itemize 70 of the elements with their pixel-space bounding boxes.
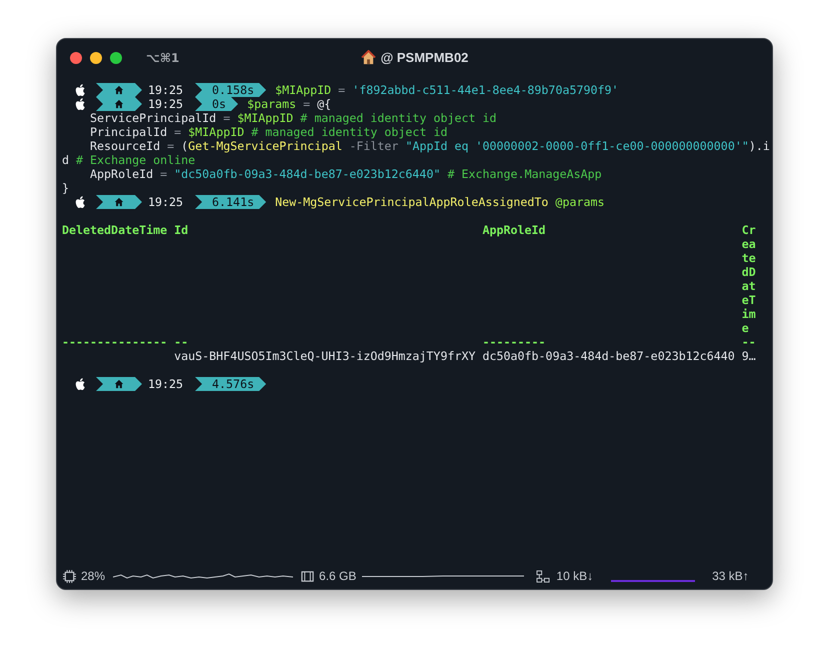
code-text: @{: [317, 97, 332, 111]
code-text: PrincipalId: [90, 125, 168, 139]
code-text: $MIAppID: [188, 125, 244, 139]
chip-icon: [63, 570, 76, 582]
table-cell-text: dc50a0fb-09a3-484d-be87-e023b12c6440: [482, 349, 736, 363]
duration-segment: 6.141s: [195, 195, 266, 209]
network-icon: [536, 570, 552, 582]
code-text: "AppId eq '00000002-0000-0ff1-ce00-000000000000'": [405, 139, 749, 153]
code-text: # managed identity object id: [250, 125, 448, 139]
code-text: =: [222, 111, 232, 125]
code-text: New-MgServicePrincipalAppRoleAssignedTo: [275, 195, 548, 209]
code-text: =: [337, 83, 346, 97]
code-text: "dc50a0fb-09a3-484d-be87-e023b12c6440": [174, 167, 440, 181]
table-cell: 9…: [742, 349, 756, 363]
code-text: # managed identity object id: [299, 111, 497, 125]
window-title: @ PSMPMB02: [380, 50, 468, 65]
code-text: =: [159, 167, 168, 181]
code-text: $MIAppID: [237, 111, 294, 125]
header-rule: ---------------: [62, 335, 168, 349]
download-rate: 10 kB↓: [556, 569, 594, 583]
code-text: =: [173, 125, 182, 139]
apple-icon: [75, 196, 86, 208]
header-rule: --: [742, 335, 756, 349]
home-icon: [114, 99, 124, 109]
column-header: Id: [174, 223, 190, 239]
code-text: d: [62, 153, 70, 167]
memory-usage: 6.6 GB: [319, 569, 356, 583]
code-text: =: [166, 139, 176, 153]
header-rule: --: [174, 335, 190, 349]
code-text: # Exchange online: [75, 153, 196, 167]
apple-icon: [75, 84, 86, 96]
header-rule: ---------: [482, 335, 547, 349]
house-icon: [360, 50, 376, 65]
duration-segment: 0.158s: [195, 83, 266, 97]
code-text: # Exchange.ManageAsApp: [446, 167, 602, 181]
column-header: DeletedDateTime: [62, 223, 168, 239]
cpu-usage: 28%: [81, 569, 106, 583]
code-text: ).i: [748, 139, 770, 153]
prompt-time: 19:25: [148, 83, 184, 97]
apple-icon: [75, 98, 86, 110]
home-icon: [114, 379, 124, 389]
code-text: -Filter: [348, 139, 400, 153]
code-text: =: [302, 97, 312, 111]
duration-segment: 0s: [195, 97, 238, 111]
column-header: CreatedDateTime: [742, 223, 756, 335]
close-button[interactable]: [70, 52, 82, 64]
code-text: $MIAppID: [275, 83, 332, 97]
code-text: }: [62, 181, 70, 195]
table-cell-text: vauS-BHF4USO5Im3CleQ-UHI3-izOd9HmzajTY9frXY: [174, 349, 476, 363]
tab-shortcut: ⌥⌘1: [146, 51, 180, 65]
minimize-button[interactable]: [90, 52, 102, 64]
code-text: Get-MgServicePrincipal: [188, 139, 342, 153]
column-header: AppRoleId: [482, 223, 547, 239]
prompt-time: 19:25: [148, 97, 184, 111]
duration-segment: 4.576s: [195, 377, 266, 391]
code-text: ResourceId: [90, 139, 160, 153]
apple-icon: [75, 378, 86, 390]
memory-icon: [301, 570, 314, 582]
code-text: ServicePrincipalId: [90, 111, 216, 125]
code-text: @params: [554, 195, 604, 209]
home-icon: [114, 197, 124, 207]
upload-rate: 33 kB↑: [712, 569, 749, 583]
zoom-button[interactable]: [110, 52, 122, 64]
code-text: 'f892abbd-c511-44e1-8ee4-89b70a5790f9': [352, 83, 619, 97]
code-text: $params: [247, 97, 296, 111]
prompt-time: 19:25: [148, 195, 184, 209]
code-text: AppRoleId: [90, 167, 154, 181]
code-text: (: [181, 139, 188, 153]
prompt-time: 19:25: [148, 377, 184, 391]
home-icon: [114, 85, 124, 95]
